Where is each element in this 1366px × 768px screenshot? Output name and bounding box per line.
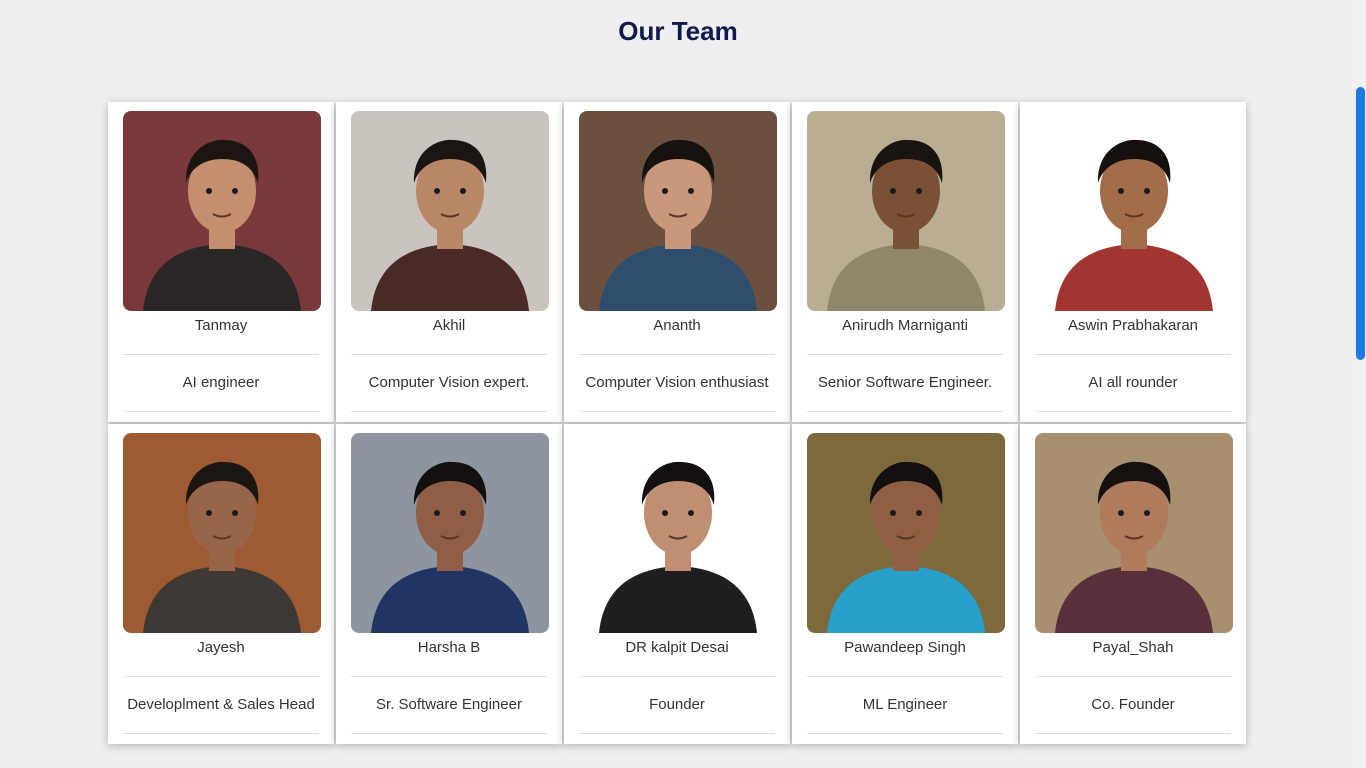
person-photo-icon [1035, 433, 1233, 633]
person-photo-icon [351, 433, 549, 633]
member-photo [351, 111, 549, 311]
member-photo [807, 433, 1005, 633]
scrollbar[interactable] [1354, 0, 1366, 768]
member-name: Tanmay [194, 317, 248, 334]
person-photo-icon [123, 433, 321, 633]
card-divider [351, 411, 547, 412]
member-role: Computer Vision expert. [368, 374, 530, 391]
card-divider [351, 733, 547, 734]
member-name: DR kalpit Desai [625, 639, 729, 656]
card-divider [807, 411, 1003, 412]
member-photo [579, 111, 777, 311]
team-member-card-1: Akhil Computer Vision expert. [336, 102, 562, 422]
member-name: Pawandeep Singh [844, 639, 966, 656]
member-role: Founder [649, 696, 705, 713]
member-name: Anirudh Marniganti [842, 317, 968, 334]
card-divider [123, 411, 319, 412]
member-photo [351, 433, 549, 633]
team-member-card-3: Anirudh Marniganti Senior Software Engin… [792, 102, 1018, 422]
team-member-card-0: Tanmay AI engineer [108, 102, 334, 422]
team-member-card-7: DR kalpit Desai Founder [564, 424, 790, 744]
team-member-card-2: Ananth Computer Vision enthusiast [564, 102, 790, 422]
team-member-card-8: Pawandeep Singh ML Engineer [792, 424, 1018, 744]
team-member-card-4: Aswin Prabhakaran AI all rounder [1020, 102, 1246, 422]
member-role: Co. Founder [1091, 696, 1175, 713]
member-role: AI all rounder [1088, 374, 1178, 391]
person-photo-icon [351, 111, 549, 311]
person-photo-icon [579, 433, 777, 633]
member-photo [807, 111, 1005, 311]
member-role: Developlment & Sales Head [127, 696, 315, 713]
member-photo [1035, 111, 1233, 311]
person-photo-icon [807, 433, 1005, 633]
member-name: Akhil [432, 317, 466, 334]
member-photo [579, 433, 777, 633]
page-title: Our Team [618, 16, 738, 46]
member-name: Jayesh [197, 639, 245, 656]
member-role: ML Engineer [862, 696, 948, 713]
card-divider [1035, 411, 1231, 412]
scrollbar-thumb[interactable] [1356, 87, 1365, 360]
team-grid: Tanmay AI engineer Akhil Computer Vision… [108, 102, 1248, 744]
person-photo-icon [579, 111, 777, 311]
card-divider [807, 733, 1003, 734]
member-role: Sr. Software Engineer [376, 696, 522, 713]
member-role: Senior Software Engineer. [817, 374, 993, 391]
person-photo-icon [807, 111, 1005, 311]
person-photo-icon [123, 111, 321, 311]
person-photo-icon [1035, 111, 1233, 311]
member-name: Ananth [653, 317, 701, 334]
member-photo [1035, 433, 1233, 633]
member-name: Aswin Prabhakaran [1067, 317, 1199, 334]
card-divider [579, 733, 775, 734]
team-page: Our Team Tanmay AI engineer Akhil Comput… [0, 0, 1366, 768]
member-name: Harsha B [417, 639, 481, 656]
member-role: Computer Vision enthusiast [585, 374, 769, 391]
team-member-card-9: Payal_Shah Co. Founder [1020, 424, 1246, 744]
card-divider [1035, 733, 1231, 734]
member-role: AI engineer [182, 374, 260, 391]
team-member-card-6: Harsha B Sr. Software Engineer [336, 424, 562, 744]
member-name: Payal_Shah [1092, 639, 1174, 656]
member-photo [123, 111, 321, 311]
member-photo [123, 433, 321, 633]
card-divider [579, 411, 775, 412]
team-member-card-5: Jayesh Developlment & Sales Head [108, 424, 334, 744]
card-divider [123, 733, 319, 734]
